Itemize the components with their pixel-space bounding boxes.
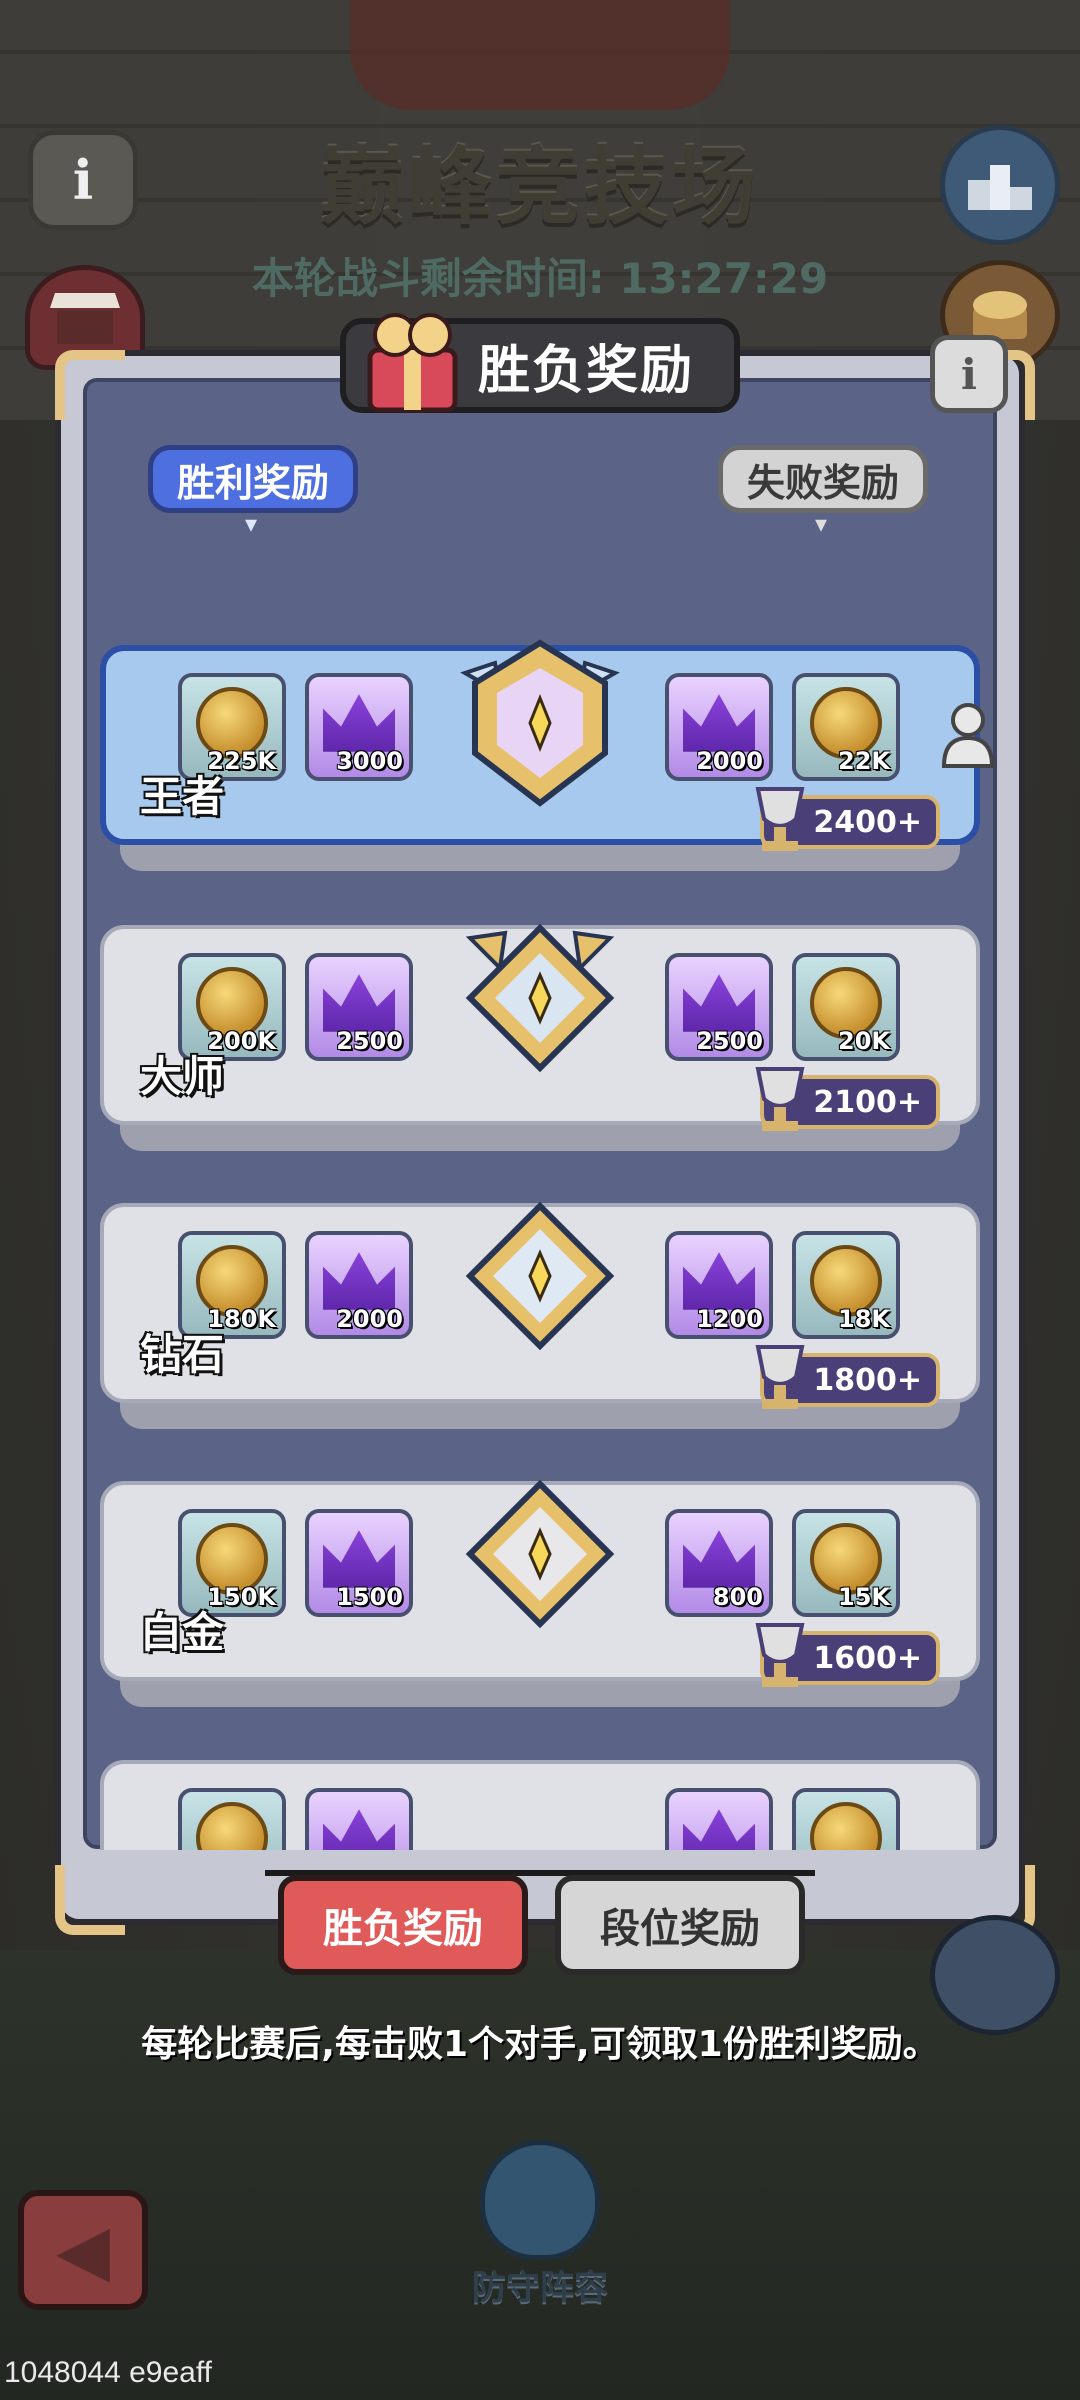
lose-reward-coin[interactable]: 18K bbox=[792, 1231, 900, 1339]
diamond-rank-badge-icon bbox=[465, 1201, 615, 1351]
trophy-icon bbox=[755, 1067, 805, 1131]
win-rewards-tab[interactable]: 胜利奖励 bbox=[148, 445, 358, 513]
podium-icon bbox=[968, 165, 1032, 210]
tier-row-king[interactable]: 225K 3000 2000 22K 2400+ 王者 bbox=[100, 639, 995, 871]
lose-reward-crown[interactable]: 800 bbox=[665, 1509, 773, 1617]
ranking-button[interactable] bbox=[940, 125, 1060, 245]
master-rank-badge-icon bbox=[465, 923, 615, 1073]
reward-qty: 18K bbox=[838, 1305, 890, 1333]
chevron-down-icon: ▾ bbox=[245, 510, 258, 538]
platinum-rank-badge-icon bbox=[465, 1479, 615, 1629]
info-icon: i bbox=[961, 349, 977, 399]
win-reward-crown[interactable]: 2000 bbox=[305, 1231, 413, 1339]
tier-name: 大师 bbox=[140, 1052, 225, 1101]
win-reward-crown[interactable]: 1500 bbox=[305, 1509, 413, 1617]
lose-reward-coin[interactable]: 20K bbox=[792, 953, 900, 1061]
coin-icon bbox=[196, 1802, 268, 1850]
tier-row-diamond[interactable]: 180K 2000 1200 18K 1800+ 钻石 bbox=[100, 1201, 980, 1429]
trophy-icon bbox=[755, 1345, 805, 1409]
lose-reward-coin[interactable]: 22K bbox=[792, 673, 900, 781]
mascot-bird-icon bbox=[930, 1915, 1060, 2035]
shield-icon bbox=[480, 2140, 600, 2260]
lose-reward-crown[interactable]: 2000 bbox=[665, 673, 773, 781]
panel-info-button[interactable]: i bbox=[930, 335, 1008, 413]
info-button[interactable]: i bbox=[28, 130, 138, 230]
current-rank-player-icon bbox=[941, 703, 995, 768]
crown-icon bbox=[683, 1809, 755, 1850]
tier-row-next[interactable] bbox=[100, 1760, 980, 1850]
panel-title: 胜负奖励 bbox=[477, 341, 694, 401]
page-title: 巅峰竞技场 bbox=[319, 138, 760, 236]
reward-qty: 15K bbox=[838, 1583, 890, 1611]
win-reward-crown[interactable]: 2500 bbox=[305, 953, 413, 1061]
trophy-icon bbox=[755, 1623, 805, 1687]
back-arrow-icon: ◀ bbox=[56, 2209, 110, 2291]
defense-lineup-button[interactable]: 防守阵容 bbox=[440, 2140, 640, 2310]
lose-reward-crown[interactable]: 1200 bbox=[665, 1231, 773, 1339]
reward-qty: 1200 bbox=[696, 1305, 763, 1333]
reward-qty: 800 bbox=[712, 1583, 763, 1611]
win-reward-crown[interactable]: 3000 bbox=[305, 673, 413, 781]
win-reward-coin[interactable] bbox=[178, 1788, 286, 1850]
lose-reward-coin[interactable] bbox=[792, 1788, 900, 1850]
lose-reward-crown[interactable]: 2500 bbox=[665, 953, 773, 1061]
round-timer: 本轮战斗剩余时间: 13:27:29 bbox=[251, 254, 829, 303]
panel-corner-decoration bbox=[55, 1865, 125, 1935]
tier-name: 白金 bbox=[140, 1608, 225, 1657]
trophy-icon bbox=[755, 787, 805, 851]
lose-reward-coin[interactable]: 15K bbox=[792, 1509, 900, 1617]
coin-icon bbox=[810, 1802, 882, 1850]
reward-qty: 20K bbox=[838, 1027, 890, 1055]
tier-row-master[interactable]: 200K 2500 2500 20K 2100+ 大师 bbox=[100, 923, 980, 1151]
chevron-down-icon: ▾ bbox=[815, 510, 828, 538]
gift-icon bbox=[367, 313, 458, 413]
defense-label: 防守阵容 bbox=[472, 2268, 608, 2308]
footer-id: 1048044 e9eaff bbox=[4, 2356, 212, 2389]
tier-name: 钻石 bbox=[140, 1330, 225, 1379]
reward-qty: 2000 bbox=[696, 747, 763, 775]
king-rank-badge-icon bbox=[460, 639, 620, 807]
lose-reward-crown[interactable] bbox=[665, 1788, 773, 1850]
tier-row-platinum[interactable]: 150K 1500 800 15K 1600+ 白金 bbox=[100, 1479, 980, 1707]
reward-qty: 3000 bbox=[336, 747, 403, 775]
lose-rewards-tab[interactable]: 失败奖励 bbox=[718, 445, 928, 513]
tab-rank-rewards[interactable]: 段位奖励 bbox=[555, 1875, 805, 1975]
crown-icon bbox=[323, 1809, 395, 1850]
reward-qty: 2500 bbox=[696, 1027, 763, 1055]
hint-text: 每轮比赛后,每击败1个对手,可领取1份胜利奖励。 bbox=[141, 2024, 939, 2065]
info-icon: i bbox=[72, 148, 94, 212]
tier-name: 王者 bbox=[140, 772, 225, 821]
panel-corner-decoration bbox=[55, 350, 125, 420]
reward-qty: 1500 bbox=[336, 1583, 403, 1611]
tab-result-rewards[interactable]: 胜负奖励 bbox=[278, 1875, 528, 1975]
back-button[interactable]: ◀ bbox=[18, 2190, 148, 2310]
shop-icon bbox=[50, 292, 120, 344]
background-banner bbox=[350, 0, 730, 110]
reward-qty: 2500 bbox=[336, 1027, 403, 1055]
reward-qty: 22K bbox=[838, 747, 890, 775]
reward-qty: 2000 bbox=[336, 1305, 403, 1333]
win-reward-crown[interactable] bbox=[305, 1788, 413, 1850]
